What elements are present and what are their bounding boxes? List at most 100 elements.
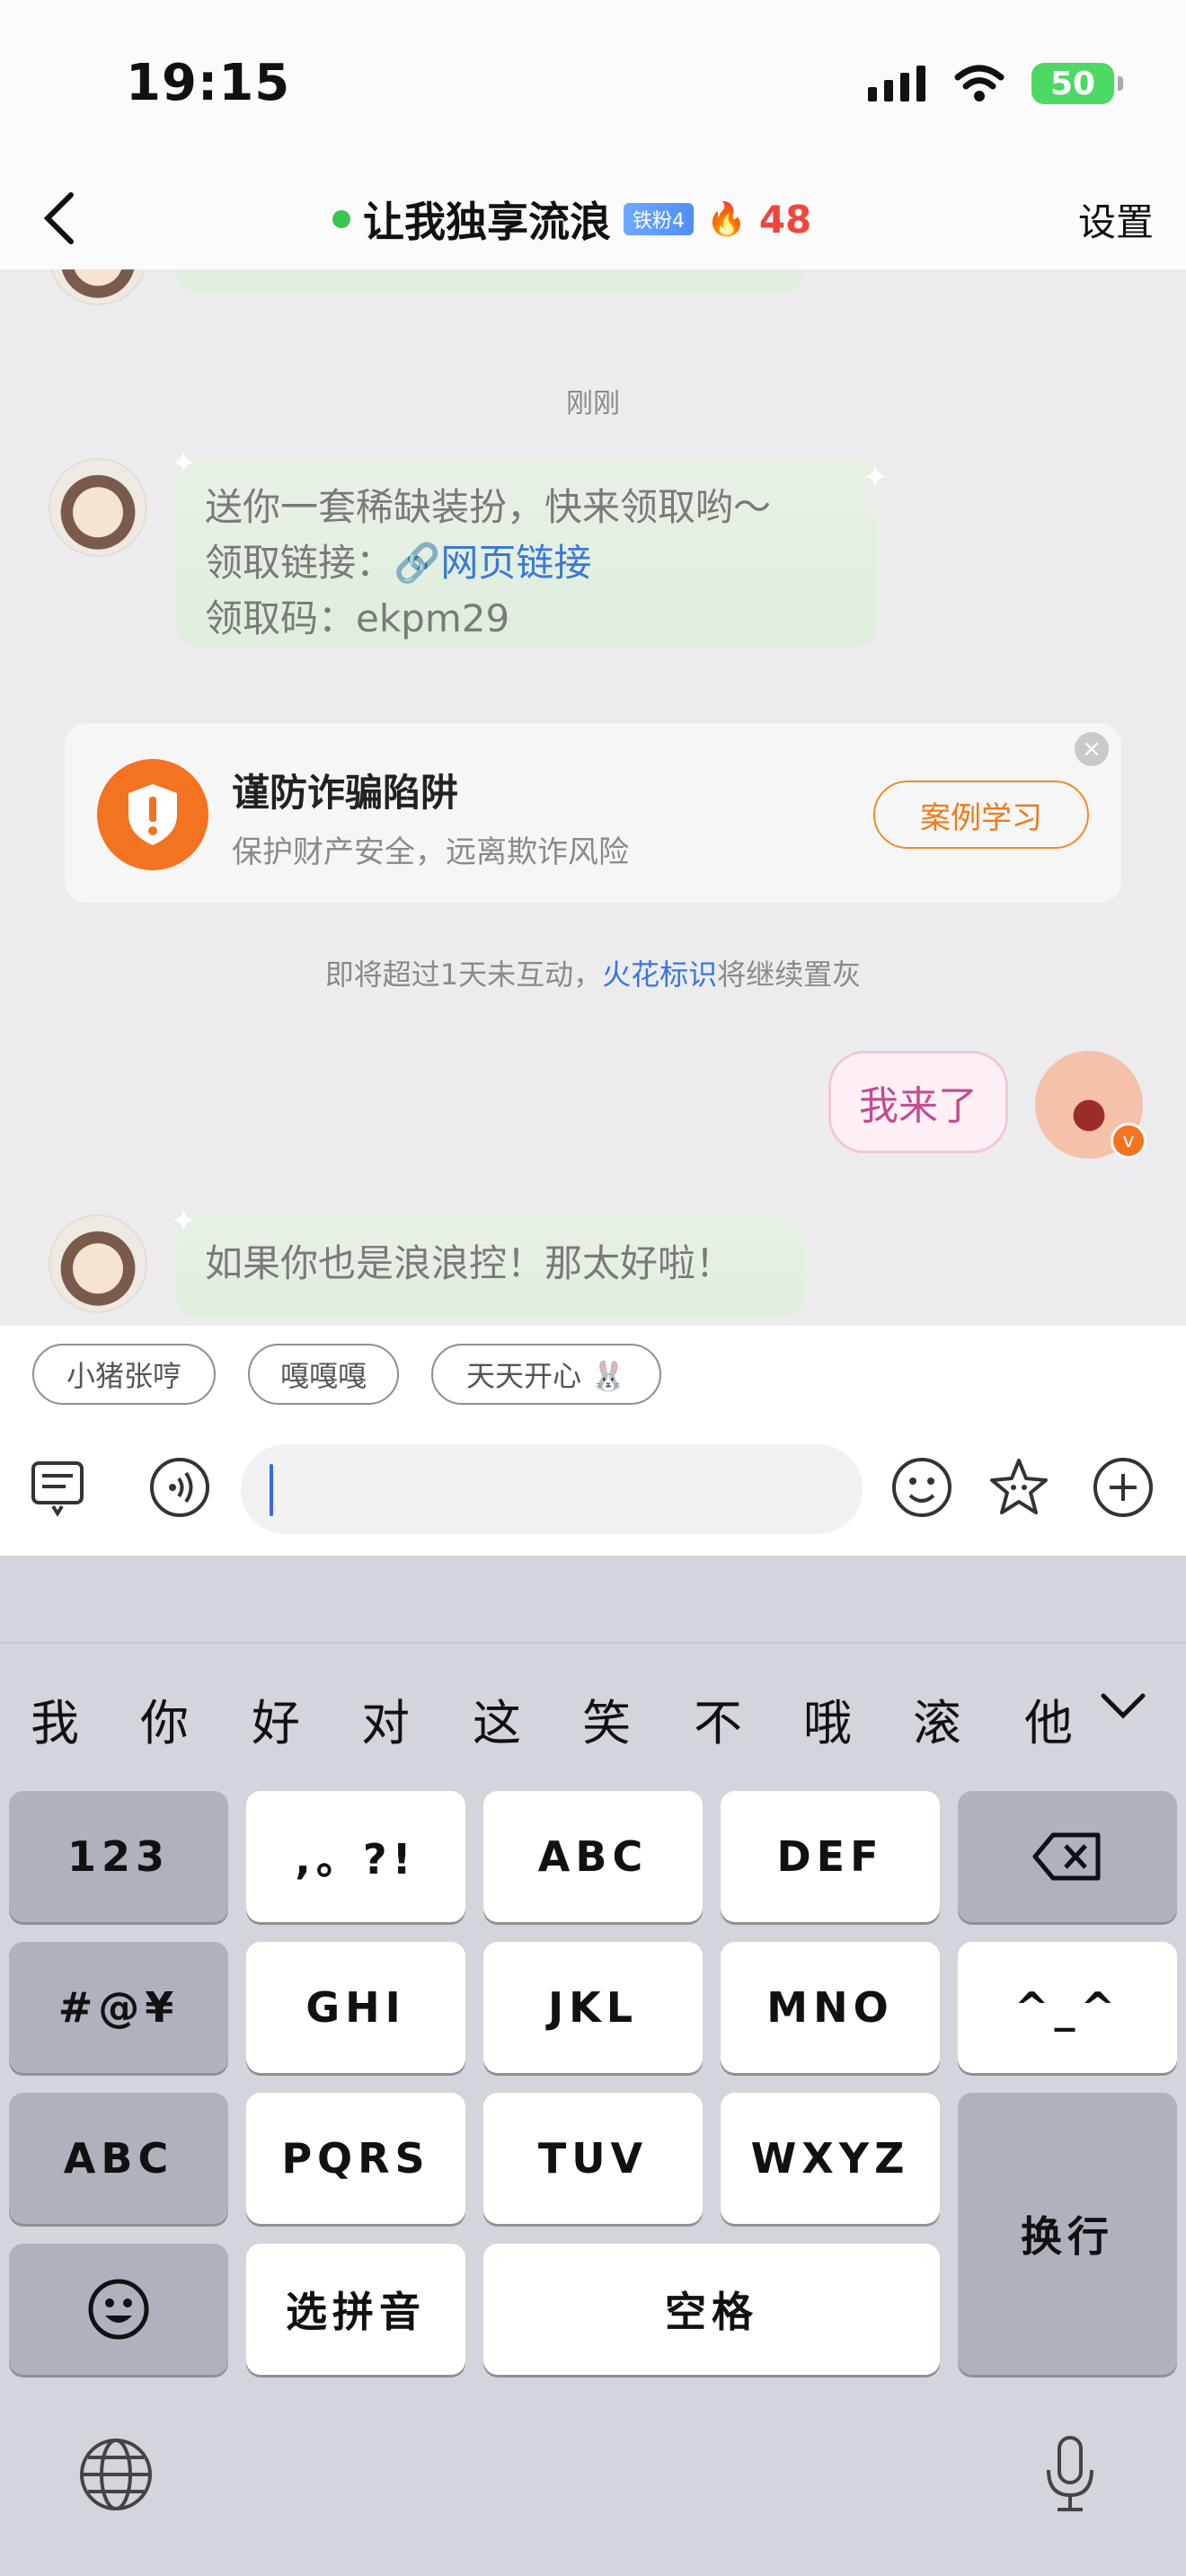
more-button[interactable] [1087,1451,1159,1523]
chat-header: 让我独享流浪 铁粉4 🔥 48 设置 [0,171,1186,269]
key-punctuation[interactable]: ,。?! [246,1791,465,1922]
emoji-button[interactable] [886,1451,958,1523]
status-time: 19:15 [126,54,291,112]
keyboard: 我 你 好 对 这 笑 不 哦 滚 他 123 ,。?! ABC DEF #@¥… [0,1556,1186,2576]
flame-icon: 🔥 [706,201,747,238]
message-bubble-partial [176,269,805,291]
link-prefix: 领取链接： [205,541,394,585]
verified-badge-icon: v [1111,1123,1146,1159]
key-tuv[interactable]: TUV [483,2093,703,2224]
fan-badge: 铁粉4 [624,203,694,235]
candidate-bar: 我 你 好 对 这 笑 不 哦 滚 他 [0,1642,1186,1768]
voice-icon [150,1458,209,1517]
chat-area[interactable]: 刚刚 送你一套稀缺装扮，快来领取哟～ 领取链接：🔗网页链接 领取码：ekpm29… [0,269,1186,1326]
sparkle-icon: ✦ [171,1204,197,1239]
keyboard-menu-icon [31,1461,84,1517]
emoji-icon [88,2279,149,2340]
message-line: 领取链接：🔗网页链接 [205,535,848,591]
key-pinyin[interactable]: 选拼音 [246,2244,465,2375]
menu-toggle-button[interactable] [22,1451,93,1523]
candidate-word[interactable]: 这 [473,1683,521,1754]
quick-reply-bar: 小猪张哼 嘎嘎嘎 天天开心 🐰 [0,1326,1186,1425]
expand-candidates-button[interactable] [1098,1689,1152,1742]
chat-title-group[interactable]: 让我独享流浪 铁粉4 🔥 48 [332,185,811,253]
key-mno[interactable]: MNO [721,1942,940,2073]
candidate-word[interactable]: 他 [1024,1683,1073,1754]
key-emoji[interactable] [9,2244,228,2375]
key-123[interactable]: 123 [9,1791,228,1922]
message-bubble[interactable]: 送你一套稀缺装扮，快来领取哟～ 领取链接：🔗网页链接 领取码：ekpm29 [176,458,877,647]
microphone-icon [1047,2436,1093,2511]
quick-reply-chip[interactable]: 小猪张哼 [32,1344,216,1405]
key-abc[interactable]: ABC [483,1791,703,1922]
sparkle-icon: ✦ [171,446,197,481]
candidate-word[interactable]: 滚 [913,1683,961,1754]
web-link[interactable]: 网页链接 [440,541,591,585]
status-icons: 50 [868,63,1123,104]
battery-indicator: 50 [1031,63,1123,104]
spark-notice-suffix: 将继续置灰 [717,957,862,992]
case-study-button[interactable]: 案例学习 [873,781,1089,849]
key-return[interactable]: 换行 [958,2093,1177,2375]
plus-icon [1093,1458,1153,1517]
sparkle-icon: ✦ [863,460,889,496]
text-caret [270,1464,273,1516]
avatar[interactable] [49,1214,147,1313]
link-icon: 🔗 [394,541,441,585]
message-timestamp: 刚刚 [566,388,620,419]
chat-title: 让我独享流浪 [363,198,611,246]
key-emoticon[interactable]: ^_^ [958,1942,1177,2073]
key-symbols[interactable]: #@¥ [9,1942,228,2073]
quick-reply-chip[interactable]: 天天开心 🐰 [431,1344,661,1405]
globe-button[interactable] [75,2434,156,2515]
sticker-button[interactable] [983,1451,1055,1523]
key-pqrs[interactable]: PQRS [246,2093,465,2224]
candidate-word[interactable]: 笑 [582,1683,631,1754]
spark-notice: 即将超过1天未互动，火花标识将继续置灰 [0,952,1186,993]
warning-subtitle: 保护财产安全，远离欺诈风险 [232,834,629,870]
fire-count: 48 [758,197,812,242]
status-bar: 19:15 50 [0,0,1186,171]
settings-button[interactable]: 设置 [1078,192,1154,247]
key-wxyz[interactable]: WXYZ [721,2093,940,2224]
candidate-word[interactable]: 我 [31,1683,79,1754]
quick-reply-chip[interactable]: 嘎嘎嘎 [248,1344,399,1405]
backspace-icon [1032,1832,1101,1881]
key-backspace[interactable] [958,1791,1177,1922]
close-icon[interactable]: × [1075,732,1109,766]
key-space[interactable]: 空格 [483,2244,940,2375]
signal-icon [868,66,925,101]
shield-icon [97,759,208,870]
message-line: 送你一套稀缺装扮，快来领取哟～ [205,485,772,529]
candidate-word[interactable]: 对 [361,1683,410,1754]
candidate-word[interactable]: 好 [252,1683,300,1754]
warning-title: 谨防诈骗陷阱 [232,771,459,815]
input-bar [0,1425,1186,1556]
back-button[interactable] [27,187,90,250]
smiley-icon [892,1458,951,1517]
key-ghi[interactable]: GHI [246,1942,465,2073]
chevron-left-icon [43,192,74,244]
key-jkl[interactable]: JKL [483,1942,703,2073]
dictation-button[interactable] [1030,2434,1111,2515]
avatar[interactable] [49,269,147,305]
wifi-icon [954,65,1005,101]
message-line: 领取码：ekpm29 [205,596,510,640]
key-abc-switch[interactable]: ABC [9,2093,228,2224]
voice-button[interactable] [144,1451,216,1523]
candidate-word[interactable]: 不 [694,1683,742,1754]
chevron-down-icon [1101,1693,1146,1719]
avatar[interactable] [49,458,147,557]
star-sticker-icon [990,1459,1048,1514]
candidate-word[interactable]: 你 [140,1683,189,1754]
online-status-dot [332,210,350,228]
globe-icon [80,2439,152,2510]
spark-link[interactable]: 火花标识 [602,957,717,992]
message-bubble[interactable]: 如果你也是浪浪控！那太好啦！ [176,1214,805,1317]
my-message-bubble[interactable]: 我来了 [828,1051,1008,1153]
key-def[interactable]: DEF [721,1791,940,1922]
candidate-word[interactable]: 哦 [803,1683,852,1754]
message-input[interactable] [241,1444,863,1534]
spark-notice-prefix: 即将超过1天未互动， [324,957,603,992]
fraud-warning-card: 谨防诈骗陷阱 保护财产安全，远离欺诈风险 案例学习 × [65,723,1121,903]
